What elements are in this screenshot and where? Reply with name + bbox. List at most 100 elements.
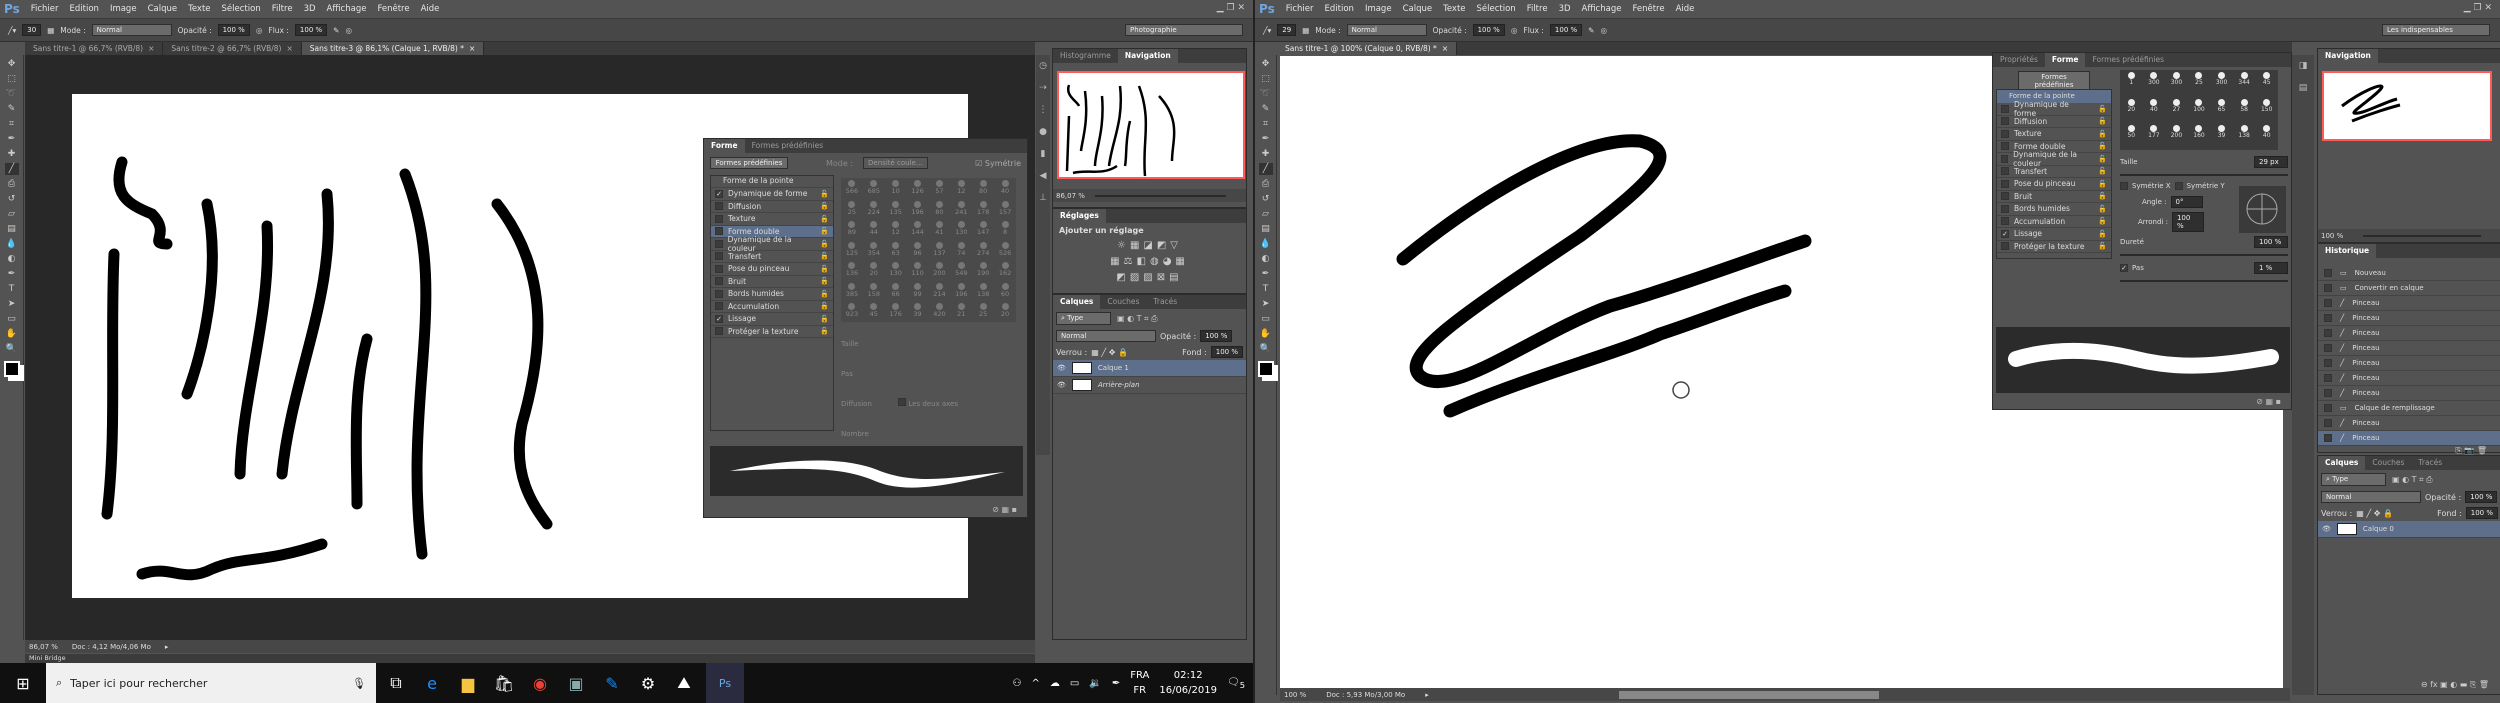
- brush-preset[interactable]: 57: [929, 178, 951, 199]
- zoom-level[interactable]: 86,07 %: [29, 643, 58, 651]
- brush-preset[interactable]: 66: [885, 281, 907, 302]
- lock-icon[interactable]: 🔓: [2098, 105, 2107, 113]
- brush-option-item[interactable]: Bords humides 🔓: [1997, 203, 2111, 216]
- status-menu-arrow-icon[interactable]: ▸: [1425, 691, 1429, 699]
- brush-option-item[interactable]: Bruit 🔓: [1997, 191, 2111, 203]
- file-explorer-icon[interactable]: ▆: [454, 669, 482, 697]
- lock-icon[interactable]: 🔓: [2098, 230, 2107, 238]
- history-snapshot-checkbox[interactable]: [2324, 389, 2332, 397]
- tab-navigation[interactable]: Navigation: [1117, 49, 1178, 63]
- brush-option-item[interactable]: ✓ Lissage 🔓: [711, 313, 833, 326]
- blur-tool-icon[interactable]: 💧: [1259, 238, 1273, 250]
- option-checkbox[interactable]: ✓: [2001, 229, 2009, 238]
- text-tool-icon[interactable]: T: [1259, 283, 1273, 295]
- history-item[interactable]: ▭ Calque de remplissage: [2318, 401, 2500, 416]
- panel-tab[interactable]: Couches: [2365, 456, 2411, 470]
- brush-size-picker[interactable]: 30: [22, 24, 42, 36]
- brush-option-item[interactable]: Pose du pinceau 🔓: [1997, 178, 2111, 191]
- mode-select[interactable]: Normal: [1346, 24, 1427, 36]
- panel-footer-icons[interactable]: ⊘ ▦ ▪: [992, 505, 1017, 514]
- window-controls[interactable]: ▁ ❐ ✕: [2464, 3, 2492, 13]
- panel-tab[interactable]: Couches: [1100, 295, 1146, 309]
- mode-select[interactable]: Normal: [91, 24, 172, 36]
- brush-preset[interactable]: 110: [907, 260, 929, 281]
- chrome-icon[interactable]: ◉: [526, 669, 554, 697]
- history-item[interactable]: ▭ Convertir en calque: [2318, 281, 2500, 296]
- marquee-tool-icon[interactable]: ⬚: [1259, 73, 1273, 85]
- panel-tab[interactable]: Forme: [2044, 53, 2086, 67]
- history-snapshot-checkbox[interactable]: [2324, 434, 2332, 442]
- lock-icon[interactable]: 🔓: [2098, 192, 2107, 200]
- menu-item[interactable]: Filtre: [1527, 4, 1548, 14]
- mini-bridge-tab[interactable]: Mini Bridge: [25, 654, 1035, 663]
- option-checkbox[interactable]: [2001, 204, 2009, 213]
- menu-item[interactable]: Texte: [188, 4, 210, 14]
- brush-preset[interactable]: 549: [950, 260, 972, 281]
- pen-tool-icon[interactable]: ✒: [5, 268, 19, 280]
- brush-preset[interactable]: 27: [2165, 97, 2188, 124]
- brush-option-item[interactable]: Protéger la texture 🔓: [711, 326, 833, 338]
- menu-item[interactable]: Fichier: [1286, 4, 1314, 14]
- brush-tool-icon[interactable]: ╱▾: [1263, 26, 1271, 35]
- brush-preset[interactable]: 63: [885, 240, 907, 261]
- history-snapshot-checkbox[interactable]: [2324, 299, 2332, 307]
- brush-preset[interactable]: 157: [994, 199, 1016, 220]
- taille-slider[interactable]: [2120, 174, 2288, 176]
- brush-size-picker[interactable]: 29: [1277, 24, 1297, 36]
- lock-icon[interactable]: 🔓: [820, 215, 829, 223]
- lock-icon[interactable]: 🔓: [820, 227, 829, 235]
- menu-item[interactable]: Fenêtre: [377, 4, 409, 14]
- history-item[interactable]: ╱ Pinceau: [2318, 416, 2500, 431]
- option-checkbox[interactable]: [715, 214, 723, 223]
- panel-footer-icons[interactable]: ⊘ ▦ ▪: [2256, 397, 2281, 406]
- brush-option-item[interactable]: Protéger la texture 🔓: [1997, 241, 2111, 253]
- close-tab-icon[interactable]: ×: [148, 44, 154, 53]
- zoom-tool-icon[interactable]: 🔍: [1259, 343, 1273, 355]
- history-item[interactable]: ╱ Pinceau: [2318, 311, 2500, 326]
- lock-icon[interactable]: 🔓: [2098, 217, 2107, 225]
- history-item[interactable]: ╱ Pinceau: [2318, 356, 2500, 371]
- menu-item[interactable]: Edition: [70, 4, 99, 14]
- layer-filter-select[interactable]: ⌕ Type: [2321, 473, 2386, 486]
- photoshop-taskbar-icon[interactable]: Ps: [706, 663, 744, 703]
- lock-icon[interactable]: 🔓: [2098, 142, 2107, 150]
- history-snapshot-checkbox[interactable]: [2324, 404, 2332, 412]
- color-swatches[interactable]: [1257, 361, 1274, 377]
- app-icon[interactable]: ▣: [562, 669, 590, 697]
- brush-preset[interactable]: 40: [994, 178, 1016, 199]
- brush-option-item[interactable]: Texture 🔓: [1997, 128, 2111, 141]
- shape-tool-icon[interactable]: ▭: [5, 313, 19, 325]
- menu-item[interactable]: Sélection: [222, 4, 261, 14]
- option-checkbox[interactable]: [715, 289, 723, 298]
- lock-icon[interactable]: 🔓: [2098, 180, 2107, 188]
- history-snapshot-checkbox[interactable]: [2324, 269, 2332, 277]
- lock-icon[interactable]: 🔓: [820, 240, 829, 248]
- lock-icon[interactable]: 🔓: [820, 277, 829, 285]
- flux-field[interactable]: 100 %: [1549, 24, 1583, 36]
- taskbar-search-box[interactable]: ⌕ Taper ici pour rechercher 🎙: [46, 663, 376, 703]
- text-tool-icon[interactable]: T: [5, 283, 19, 295]
- menu-item[interactable]: Sélection: [1477, 4, 1516, 14]
- eraser-tool-icon[interactable]: ▱: [1259, 208, 1273, 220]
- navigator-thumbnail[interactable]: [1057, 71, 1245, 179]
- brush-preset[interactable]: 420: [929, 301, 951, 322]
- brush-preset[interactable]: 200: [2165, 123, 2188, 150]
- brush-preset[interactable]: 196: [907, 199, 929, 220]
- brush-preset[interactable]: 100: [2188, 97, 2211, 124]
- task-view-icon[interactable]: ⧉: [382, 669, 410, 697]
- windows-start-icon[interactable]: ⊞: [0, 669, 46, 697]
- airbrush-icon[interactable]: ✎: [1588, 26, 1594, 35]
- tray-expand-icon[interactable]: ^: [1032, 678, 1040, 689]
- marquee-tool-icon[interactable]: ⬚: [5, 73, 19, 85]
- symetrie-y-checkbox[interactable]: [2174, 182, 2183, 190]
- panel-tab[interactable]: Formes prédéfinies: [2085, 53, 2171, 67]
- durete-slider[interactable]: [2120, 254, 2288, 256]
- brush-preset[interactable]: 144: [907, 219, 929, 240]
- brush-preset[interactable]: 224: [863, 199, 885, 220]
- brush-preset[interactable]: 96: [907, 240, 929, 261]
- brush-preset[interactable]: 136: [841, 260, 863, 281]
- history-item[interactable]: ╱ Pinceau: [2318, 341, 2500, 356]
- quick-select-tool-icon[interactable]: ✎: [1259, 103, 1273, 115]
- brush-preset[interactable]: 241: [950, 199, 972, 220]
- panel-tab[interactable]: Calques: [1053, 295, 1101, 309]
